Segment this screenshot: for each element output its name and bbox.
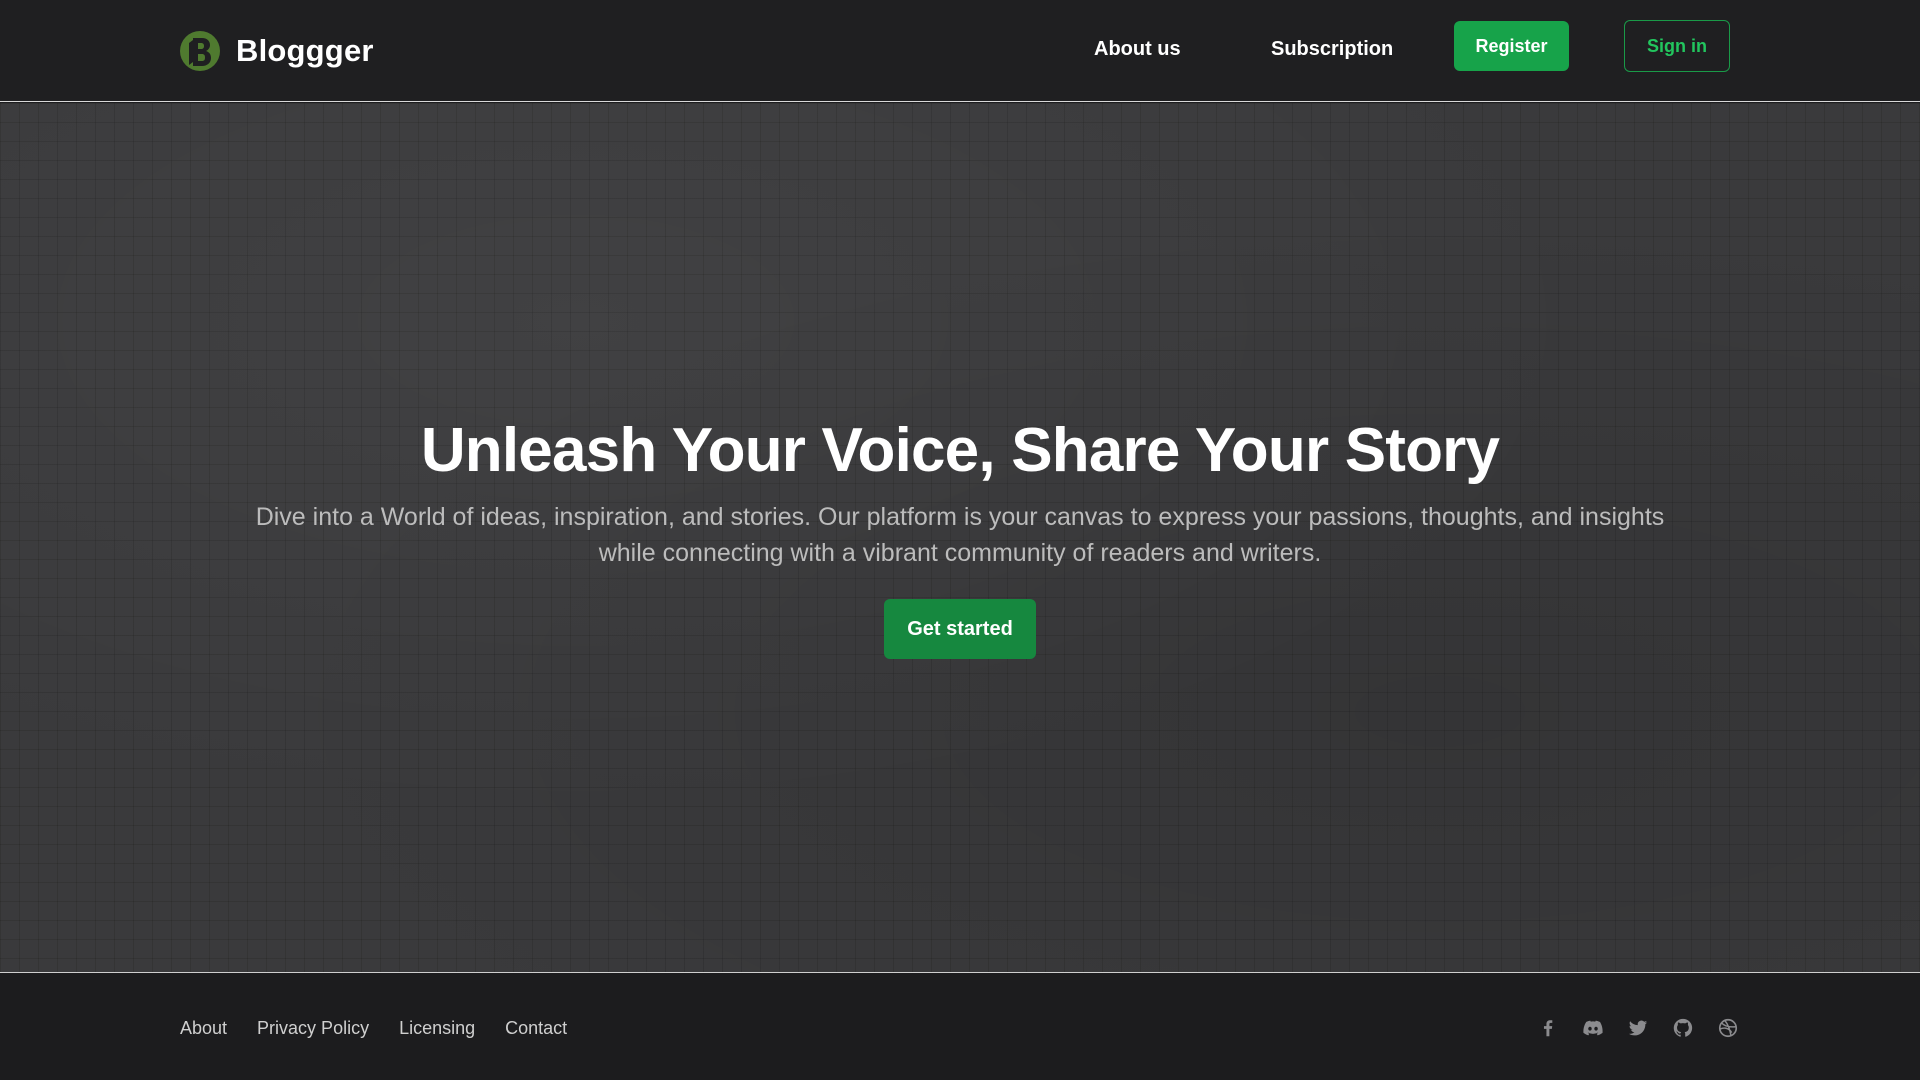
get-started-button[interactable]: Get started [884,599,1036,659]
discord-icon[interactable] [1581,1016,1605,1040]
brand-name: Bloggger [236,33,374,68]
footer-link-privacy-policy[interactable]: Privacy Policy [257,1018,369,1039]
nav-about-us[interactable]: About us [1094,38,1181,61]
hero-subtitle: Dive into a World of ideas, inspiration,… [255,503,1665,567]
sign-in-button[interactable]: Sign in [1624,20,1730,72]
footer-link-contact[interactable]: Contact [505,1018,567,1039]
footer-link-about[interactable]: About [180,1018,227,1039]
github-icon[interactable] [1671,1016,1695,1040]
hero-title: Unleash Your Voice, Share Your Story [420,416,1500,485]
brand-link[interactable]: Bloggger [178,28,374,74]
dribbble-icon[interactable] [1716,1016,1740,1040]
hero-section: Unleash Your Voice, Share Your Story Div… [0,103,1920,973]
navbar: Bloggger About us Subscription Register … [0,0,1920,102]
footer: About Privacy Policy Licensing Contact [0,974,1920,1080]
brand-logo-icon [180,31,220,71]
footer-link-licensing[interactable]: Licensing [399,1018,475,1039]
footer-nav: About Privacy Policy Licensing Contact [180,1018,567,1039]
social-links [1536,1016,1740,1040]
nav-subscription[interactable]: Subscription [1271,38,1393,61]
register-button[interactable]: Register [1454,21,1569,71]
twitter-icon[interactable] [1626,1016,1650,1040]
facebook-icon[interactable] [1536,1016,1560,1040]
